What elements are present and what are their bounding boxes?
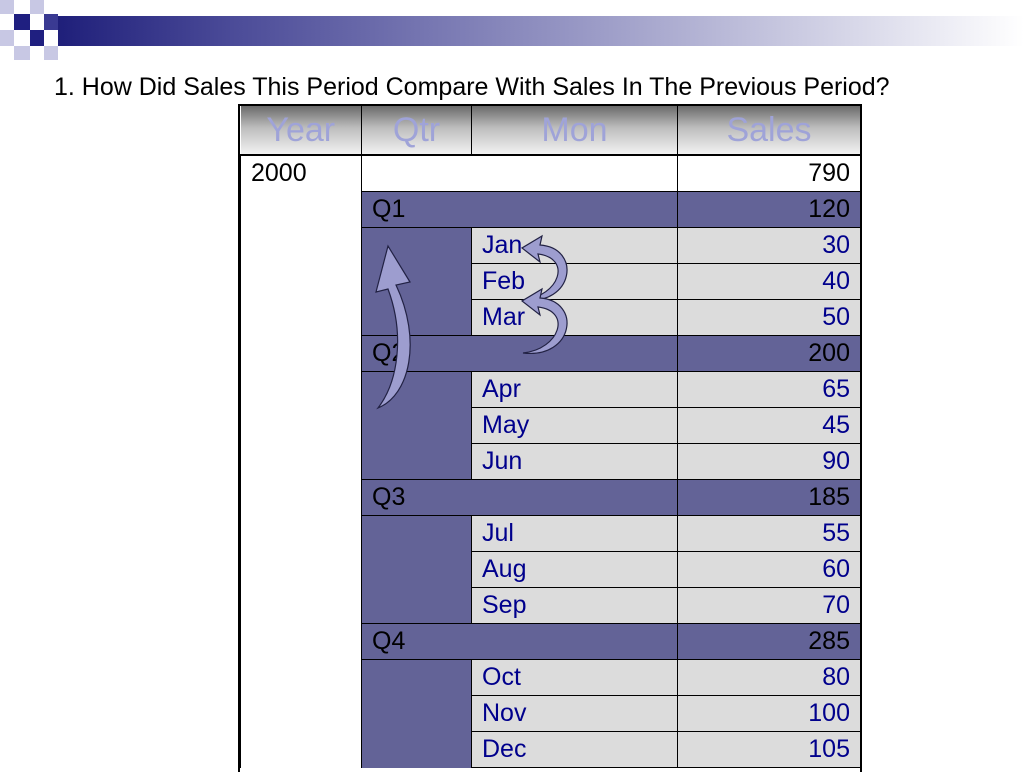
month-sales: 65 — [677, 371, 860, 408]
month-sales: 105 — [677, 731, 860, 768]
quarter-blank-cell — [361, 695, 472, 732]
year-blank-cell — [240, 731, 362, 768]
month-label: Nov — [471, 695, 678, 732]
table-header-row: Year Qtr Mon Sales — [240, 106, 860, 156]
year-blank-cell — [240, 515, 362, 552]
deco-square — [0, 0, 14, 14]
quarter-blank-cell — [361, 659, 472, 696]
month-label: Jul — [471, 515, 678, 552]
year-blank-cell — [240, 371, 362, 408]
month-sales: 80 — [677, 659, 860, 696]
month-row: Apr 65 — [240, 371, 860, 408]
deco-square — [0, 30, 14, 46]
month-label: Dec — [471, 731, 678, 768]
header-gradient-band — [58, 16, 1024, 46]
header-mon: Mon — [471, 106, 678, 156]
month-sales: 45 — [677, 407, 860, 444]
deco-square — [30, 0, 44, 14]
quarter-blank-cell — [361, 587, 472, 624]
slide-header-decoration — [0, 0, 1024, 60]
quarter-blank-cell — [361, 299, 472, 336]
quarter-blank-cell — [361, 227, 472, 264]
month-row: Nov 100 — [240, 695, 860, 732]
slide-title: 1. How Did Sales This Period Compare Wit… — [54, 73, 890, 101]
quarter-row: Q2 200 — [240, 335, 860, 372]
quarter-label: Q2 — [361, 335, 678, 372]
month-label: Jun — [471, 443, 678, 480]
header-qtr: Qtr — [361, 106, 472, 156]
year-blank-cell — [240, 623, 362, 660]
month-label: Sep — [471, 587, 678, 624]
month-sales: 40 — [677, 263, 860, 300]
quarter-row: Q1 120 — [240, 191, 860, 228]
year-row: 2000 790 — [240, 154, 860, 192]
year-blank-cell — [240, 407, 362, 444]
year-blank-cell — [240, 587, 362, 624]
quarter-sales: 200 — [677, 335, 860, 372]
month-row: Jul 55 — [240, 515, 860, 552]
month-label: Aug — [471, 551, 678, 588]
year-blank-cell — [240, 227, 362, 264]
year-blank-cell — [240, 299, 362, 336]
year-label: 2000 — [240, 154, 362, 192]
month-row: Dec 105 — [240, 731, 860, 768]
year-blank-cell — [240, 443, 362, 480]
quarter-row: Q3 185 — [240, 479, 860, 516]
header-sales: Sales — [677, 106, 860, 156]
month-label: May — [471, 407, 678, 444]
month-row: Jun 90 — [240, 443, 860, 480]
year-blank-cell — [240, 551, 362, 588]
year-spacer — [361, 154, 678, 192]
month-label: Feb — [471, 263, 678, 300]
sales-table-container: Year Qtr Mon Sales 2000 790 Q1 120 Jan 3… — [238, 104, 862, 772]
month-row: Feb 40 — [240, 263, 860, 300]
quarter-blank-cell — [361, 515, 472, 552]
quarter-label: Q3 — [361, 479, 678, 516]
month-sales: 60 — [677, 551, 860, 588]
deco-square — [44, 14, 58, 30]
quarter-blank-cell — [361, 443, 472, 480]
month-sales: 70 — [677, 587, 860, 624]
quarter-blank-cell — [361, 371, 472, 408]
quarter-label: Q4 — [361, 623, 678, 660]
month-label: Jan — [471, 227, 678, 264]
year-blank-cell — [240, 695, 362, 732]
header-year: Year — [240, 106, 362, 156]
quarter-sales: 285 — [677, 623, 860, 660]
month-sales: 90 — [677, 443, 860, 480]
month-row: Mar 50 — [240, 299, 860, 336]
month-label: Apr — [471, 371, 678, 408]
deco-square — [14, 14, 30, 30]
quarter-blank-cell — [361, 263, 472, 300]
year-blank-cell — [240, 335, 362, 372]
month-label: Mar — [471, 299, 678, 336]
quarter-blank-cell — [361, 551, 472, 588]
month-row: May 45 — [240, 407, 860, 444]
quarter-sales: 185 — [677, 479, 860, 516]
month-sales: 55 — [677, 515, 860, 552]
deco-square — [30, 30, 44, 46]
quarter-blank-cell — [361, 731, 472, 768]
month-sales: 100 — [677, 695, 860, 732]
year-blank-cell — [240, 479, 362, 516]
month-row: Sep 70 — [240, 587, 860, 624]
month-row: Jan 30 — [240, 227, 860, 264]
year-blank-cell — [240, 191, 362, 228]
year-blank-cell — [240, 659, 362, 696]
month-label: Oct — [471, 659, 678, 696]
year-blank-cell — [240, 263, 362, 300]
month-sales: 50 — [677, 299, 860, 336]
month-sales: 30 — [677, 227, 860, 264]
sales-table: Year Qtr Mon Sales 2000 790 Q1 120 Jan 3… — [240, 106, 860, 768]
quarter-blank-cell — [361, 407, 472, 444]
quarter-sales: 120 — [677, 191, 860, 228]
year-sales: 790 — [677, 154, 860, 192]
month-row: Aug 60 — [240, 551, 860, 588]
deco-square — [44, 46, 58, 60]
month-row: Oct 80 — [240, 659, 860, 696]
quarter-row: Q4 285 — [240, 623, 860, 660]
deco-square — [14, 46, 30, 60]
quarter-label: Q1 — [361, 191, 678, 228]
